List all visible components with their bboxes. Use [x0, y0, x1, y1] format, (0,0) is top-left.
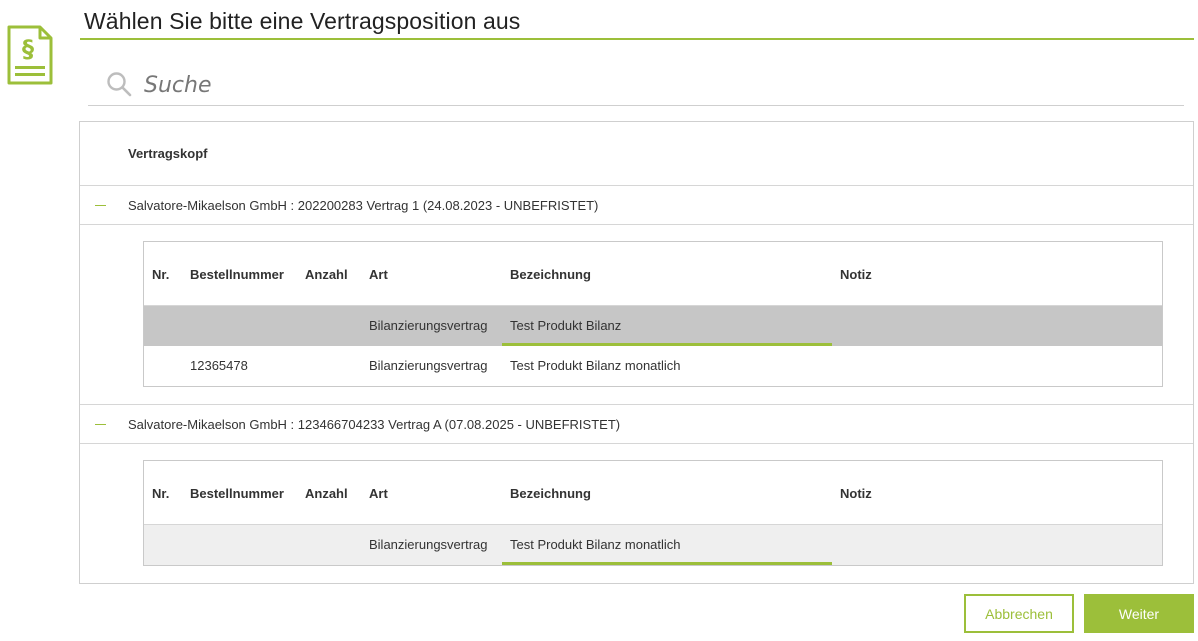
search-icon [107, 72, 132, 97]
column-header-art: Art [369, 486, 388, 501]
table-row-hover[interactable]: Bilanzierungsvertrag Test Produkt Bilanz… [144, 525, 1162, 565]
column-header-anzahl: Anzahl [305, 486, 348, 501]
position-subtable: Nr. Bestellnummer Anzahl Art Bezeichnung… [143, 460, 1163, 566]
svg-text:§: § [22, 35, 34, 63]
search-input[interactable] [144, 68, 1044, 102]
next-button[interactable]: Weiter [1084, 594, 1194, 633]
cell-bezeichnung: Test Produkt Bilanz [510, 318, 622, 333]
column-header-nr: Nr. [152, 486, 170, 501]
column-header-nr: Nr. [152, 267, 170, 282]
table-row-selected[interactable]: Bilanzierungsvertrag Test Produkt Bilanz [144, 306, 1162, 346]
collapse-minus-icon[interactable] [95, 424, 106, 425]
cell-bestellnummer: 12365478 [190, 358, 248, 373]
column-header-notiz: Notiz [840, 486, 872, 501]
contract-table: Vertragskopf Salvatore-Mikaelson GmbH : … [79, 121, 1194, 584]
hover-underline [502, 562, 832, 565]
cell-art: Bilanzierungsvertrag [369, 537, 488, 552]
column-header-art: Art [369, 267, 388, 282]
column-header-bezeichnung: Bezeichnung [510, 486, 591, 501]
column-header-notiz: Notiz [840, 267, 872, 282]
contract-paragraph-icon: § [7, 25, 53, 85]
position-subtable: Nr. Bestellnummer Anzahl Art Bezeichnung… [143, 241, 1163, 387]
subtable-header: Nr. Bestellnummer Anzahl Art Bezeichnung… [144, 242, 1162, 306]
contract-group-label: Salvatore-Mikaelson GmbH : 202200283 Ver… [128, 198, 599, 213]
title-divider [80, 38, 1194, 40]
column-header-bestellnummer: Bestellnummer [190, 267, 284, 282]
column-header-bezeichnung: Bezeichnung [510, 267, 591, 282]
contract-group-row[interactable]: Salvatore-Mikaelson GmbH : 123466704233 … [80, 404, 1193, 444]
table-row[interactable]: 12365478 Bilanzierungsvertrag Test Produ… [144, 346, 1162, 386]
column-header-anzahl: Anzahl [305, 267, 348, 282]
contract-group-label: Salvatore-Mikaelson GmbH : 123466704233 … [128, 417, 621, 432]
cell-bezeichnung: Test Produkt Bilanz monatlich [510, 537, 681, 552]
cancel-button[interactable]: Abbrechen [964, 594, 1074, 633]
page-title: Wählen Sie bitte eine Vertragsposition a… [84, 8, 521, 34]
cell-art: Bilanzierungsvertrag [369, 358, 488, 373]
collapse-minus-icon[interactable] [95, 205, 106, 206]
column-header-bestellnummer: Bestellnummer [190, 486, 284, 501]
cell-bezeichnung: Test Produkt Bilanz monatlich [510, 358, 681, 373]
search-bar [88, 64, 1184, 106]
contract-group-row[interactable]: Salvatore-Mikaelson GmbH : 202200283 Ver… [80, 185, 1193, 225]
table-header-vertragskopf: Vertragskopf [128, 146, 208, 161]
cell-art: Bilanzierungsvertrag [369, 318, 488, 333]
subtable-header: Nr. Bestellnummer Anzahl Art Bezeichnung… [144, 461, 1162, 525]
